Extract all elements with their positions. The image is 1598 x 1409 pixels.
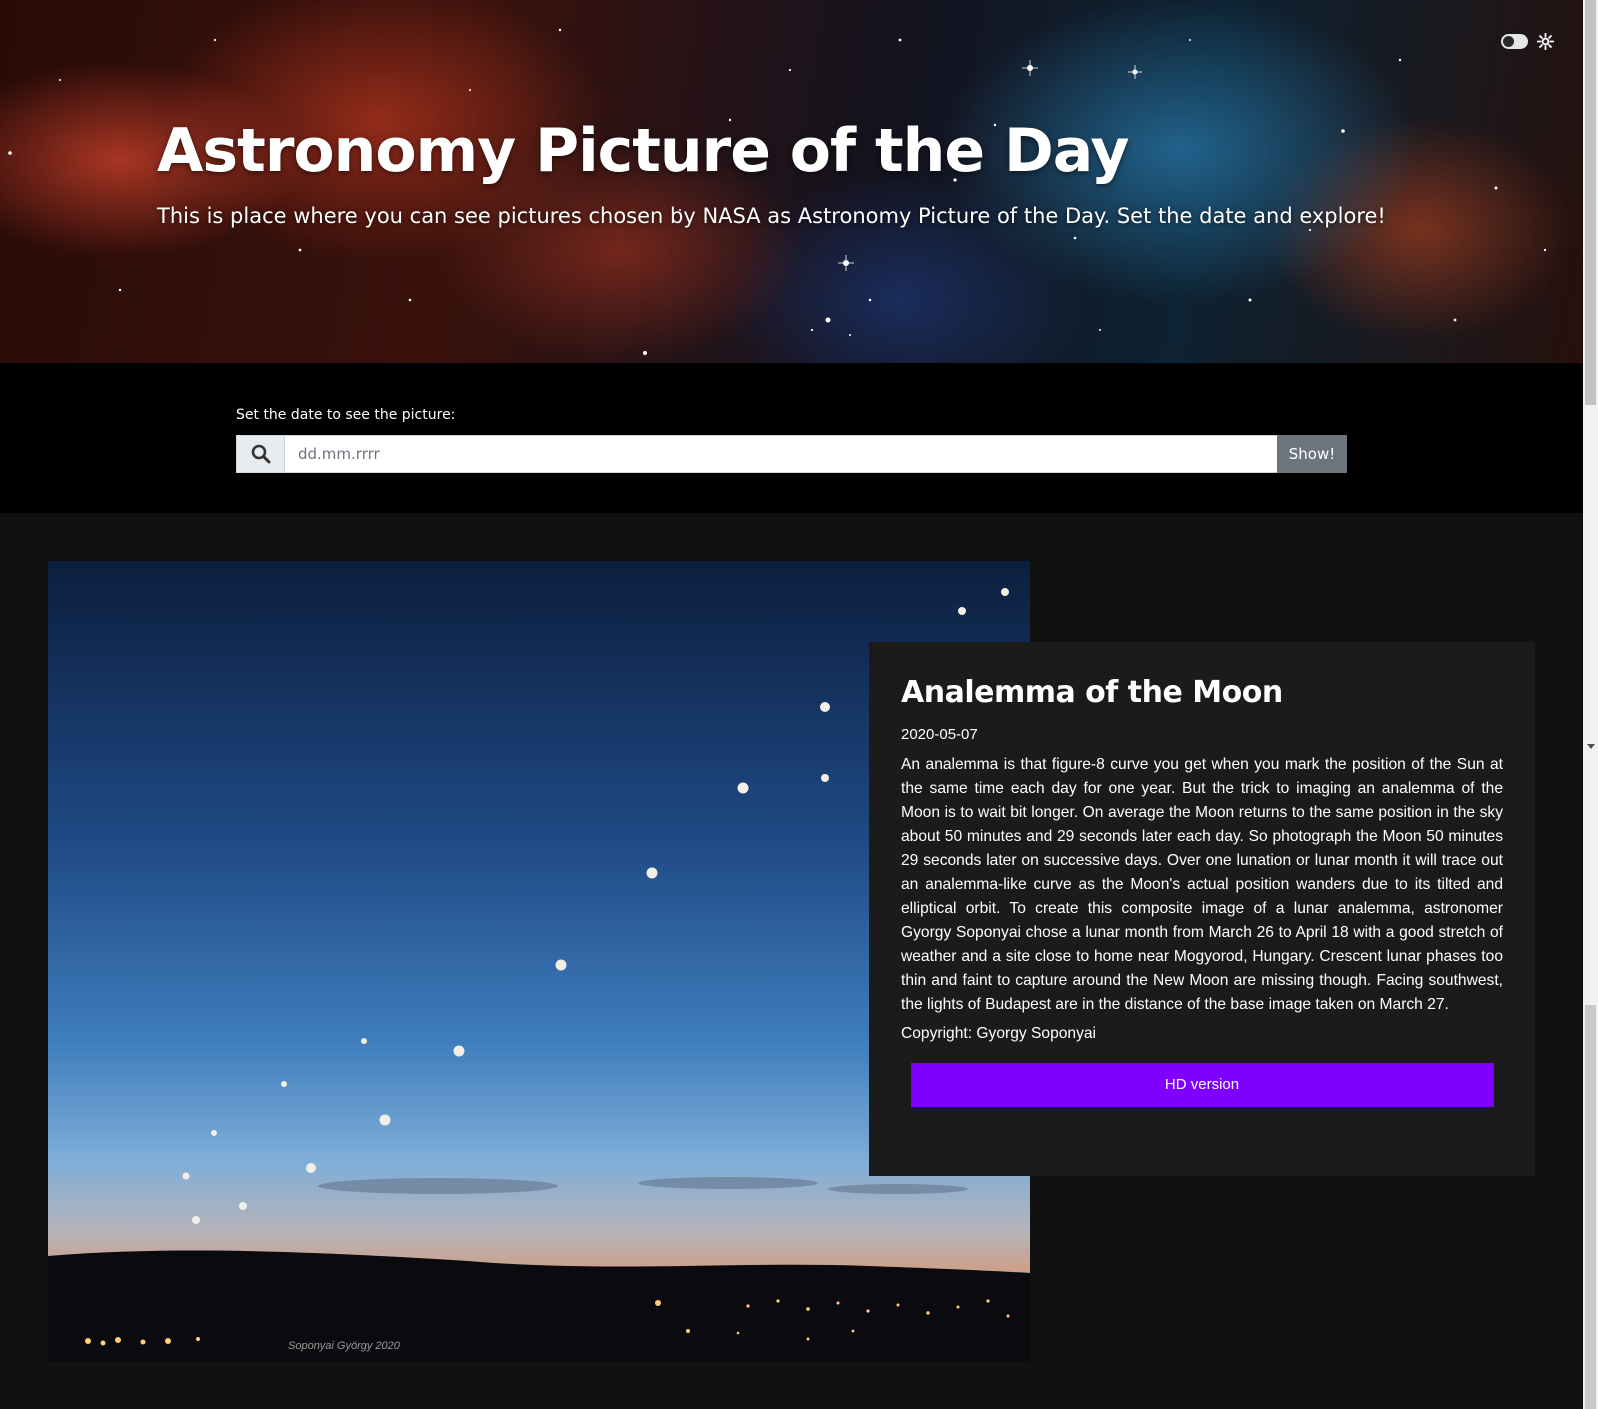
picture-copyright: Copyright: Gyorgy Soponyai [901, 1025, 1097, 1042]
picture-date: 2020-05-07 [901, 726, 978, 743]
date-search-group: Show! [236, 435, 1347, 473]
search-icon [251, 444, 270, 464]
page-subtitle: This is place where you can see pictures… [157, 204, 1386, 228]
page: Astronomy Picture of the Day This is pla… [0, 0, 1598, 1409]
search-addon [236, 435, 284, 473]
picture-title: Analemma of the Moon [901, 675, 1283, 710]
page-title: Astronomy Picture of the Day [157, 116, 1130, 186]
hd-version-button[interactable]: HD version [910, 1063, 1494, 1107]
date-search-label: Set the date to see the picture: [236, 407, 456, 423]
hero-header: Astronomy Picture of the Day This is pla… [0, 0, 1583, 363]
page-scrollbar[interactable] [1583, 0, 1598, 1409]
scroll-down-arrow-icon[interactable] [1587, 744, 1595, 749]
scrollbar-track-lower[interactable] [1585, 1005, 1596, 1409]
theme-toggle-switch[interactable] [1501, 34, 1528, 49]
photo-watermark: Soponyai György 2020 [288, 1340, 401, 1352]
date-input[interactable] [284, 435, 1277, 473]
picture-explanation: An analemma is that figure-8 curve you g… [901, 756, 1503, 1013]
toggle-knob [1503, 36, 1514, 47]
photo-horizon [48, 1250, 1030, 1362]
apod-info-card: Analemma of the Moon 2020-05-07 An anale… [869, 642, 1535, 1176]
sun-icon [1537, 33, 1554, 50]
show-button[interactable]: Show! [1277, 435, 1347, 473]
date-search-section: Set the date to see the picture: Show! [0, 363, 1583, 513]
scrollbar-thumb[interactable] [1585, 0, 1596, 405]
